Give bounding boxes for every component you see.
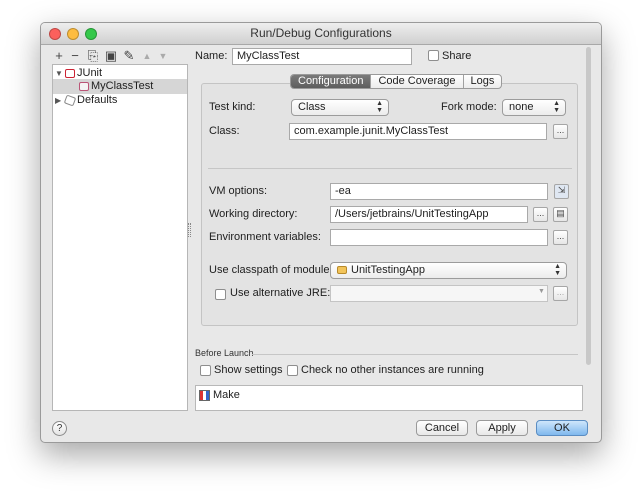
name-field[interactable]: MyClassTest	[232, 48, 412, 65]
configuration-panel: Test kind: Class ▲ ▼ Fork mode: none ▲ ▼ C…	[201, 83, 578, 326]
alternative-jre-label: Use alternative JRE:	[230, 287, 331, 299]
tree-item-label: MyClassTest	[91, 80, 154, 92]
vm-options-field[interactable]: -ea	[330, 183, 548, 200]
working-directory-browse-button[interactable]: ...	[533, 207, 548, 222]
junit-test-icon	[79, 81, 89, 91]
move-down-icon[interactable]: ▼	[155, 48, 171, 64]
remove-configuration-icon[interactable]: −	[67, 48, 83, 64]
class-browse-button[interactable]: ...	[553, 124, 568, 139]
environment-variables-field[interactable]	[330, 229, 548, 246]
run-debug-configurations-dialog: Run/Debug Configurations + − ⎘ ▣ ✎ ▲ ▼ ▼…	[40, 22, 602, 443]
copy-configuration-icon[interactable]: ⎘	[85, 48, 101, 64]
before-launch-task-list[interactable]: Make	[195, 385, 583, 411]
environment-variables-browse-button[interactable]: ...	[553, 230, 568, 245]
task-label: Make	[213, 389, 240, 401]
share-label: Share	[442, 50, 472, 62]
tree-item-defaults[interactable]: ▶ Defaults	[55, 93, 117, 108]
stepper-arrows-icon: ▲ ▼	[554, 263, 561, 277]
close-window-button[interactable]	[49, 28, 61, 40]
add-configuration-icon[interactable]: +	[51, 48, 67, 64]
test-kind-select[interactable]: Class ▲ ▼	[291, 99, 389, 116]
tab-logs[interactable]: Logs	[464, 75, 502, 88]
environment-variables-label: Environment variables:	[209, 231, 321, 243]
fork-mode-value: none	[509, 101, 534, 113]
tab-configuration[interactable]: Configuration	[291, 75, 372, 88]
splitter-handle[interactable]	[188, 223, 191, 237]
fork-mode-label: Fork mode:	[441, 101, 497, 113]
working-directory-field[interactable]: /Users/jetbrains/UnitTestingApp	[330, 206, 528, 223]
before-launch-heading: Before Launch	[195, 348, 254, 358]
module-folder-icon	[337, 266, 347, 275]
alternative-jre-field[interactable]	[330, 285, 548, 302]
show-settings-checkbox[interactable]	[200, 365, 211, 376]
before-launch-divider	[252, 354, 578, 355]
stepper-arrows-icon: ▲ ▼	[553, 100, 560, 114]
minimize-window-button[interactable]	[67, 28, 79, 40]
help-button[interactable]: ?	[52, 421, 67, 436]
chevron-down-icon: ▼	[538, 288, 545, 295]
tab-code-coverage[interactable]: Code Coverage	[371, 75, 464, 88]
check-instances-checkbox[interactable]	[287, 365, 298, 376]
configurations-tree[interactable]: ▼ JUnit MyClassTest ▶ Defaults	[52, 64, 188, 411]
move-up-icon[interactable]: ▲	[139, 48, 155, 64]
configuration-tabs: Configuration Code Coverage Logs	[290, 74, 503, 89]
alternative-jre-checkbox[interactable]	[215, 289, 226, 300]
show-settings-label: Show settings	[214, 364, 283, 376]
cancel-button[interactable]: Cancel	[416, 420, 468, 436]
tree-item-myclasstest[interactable]: MyClassTest	[53, 79, 187, 94]
expand-field-icon[interactable]: ⇲	[554, 184, 569, 199]
zoom-window-button[interactable]	[85, 28, 97, 40]
junit-icon	[65, 68, 75, 78]
vertical-scrollbar[interactable]	[586, 47, 591, 365]
fork-mode-select[interactable]: none ▲ ▼	[502, 99, 566, 116]
section-divider	[208, 168, 572, 169]
apply-button[interactable]: Apply	[476, 420, 528, 436]
test-kind-label: Test kind:	[209, 101, 256, 113]
classpath-module-label: Use classpath of module:	[209, 264, 333, 276]
name-label: Name:	[195, 50, 228, 62]
class-field[interactable]: com.example.junit.MyClassTest	[289, 123, 547, 140]
check-instances-label: Check no other instances are running	[301, 364, 484, 376]
class-label: Class:	[209, 125, 240, 137]
make-icon	[199, 390, 210, 401]
ok-button[interactable]: OK	[536, 420, 588, 436]
classpath-module-value: UnitTestingApp	[351, 264, 425, 276]
working-directory-label: Working directory:	[209, 208, 298, 220]
tree-item-label: JUnit	[77, 67, 103, 79]
alternative-jre-browse-button[interactable]: ...	[553, 286, 568, 301]
vm-options-label: VM options:	[209, 185, 268, 197]
classpath-module-select[interactable]: UnitTestingApp ▲ ▼	[330, 262, 567, 279]
stepper-arrows-icon: ▲ ▼	[376, 100, 383, 114]
defaults-icon	[63, 94, 77, 107]
window-title: Run/Debug Configurations	[250, 26, 392, 40]
save-configuration-icon[interactable]: ▣	[103, 48, 119, 64]
edit-defaults-icon[interactable]: ✎	[121, 48, 137, 64]
insert-macro-icon[interactable]: ▤	[553, 207, 568, 222]
tree-item-label: Defaults	[77, 94, 118, 106]
test-kind-value: Class	[298, 101, 326, 113]
title-bar: Run/Debug Configurations	[41, 23, 601, 45]
share-checkbox[interactable]	[428, 50, 439, 61]
before-launch-task-make[interactable]: Make	[196, 387, 240, 403]
